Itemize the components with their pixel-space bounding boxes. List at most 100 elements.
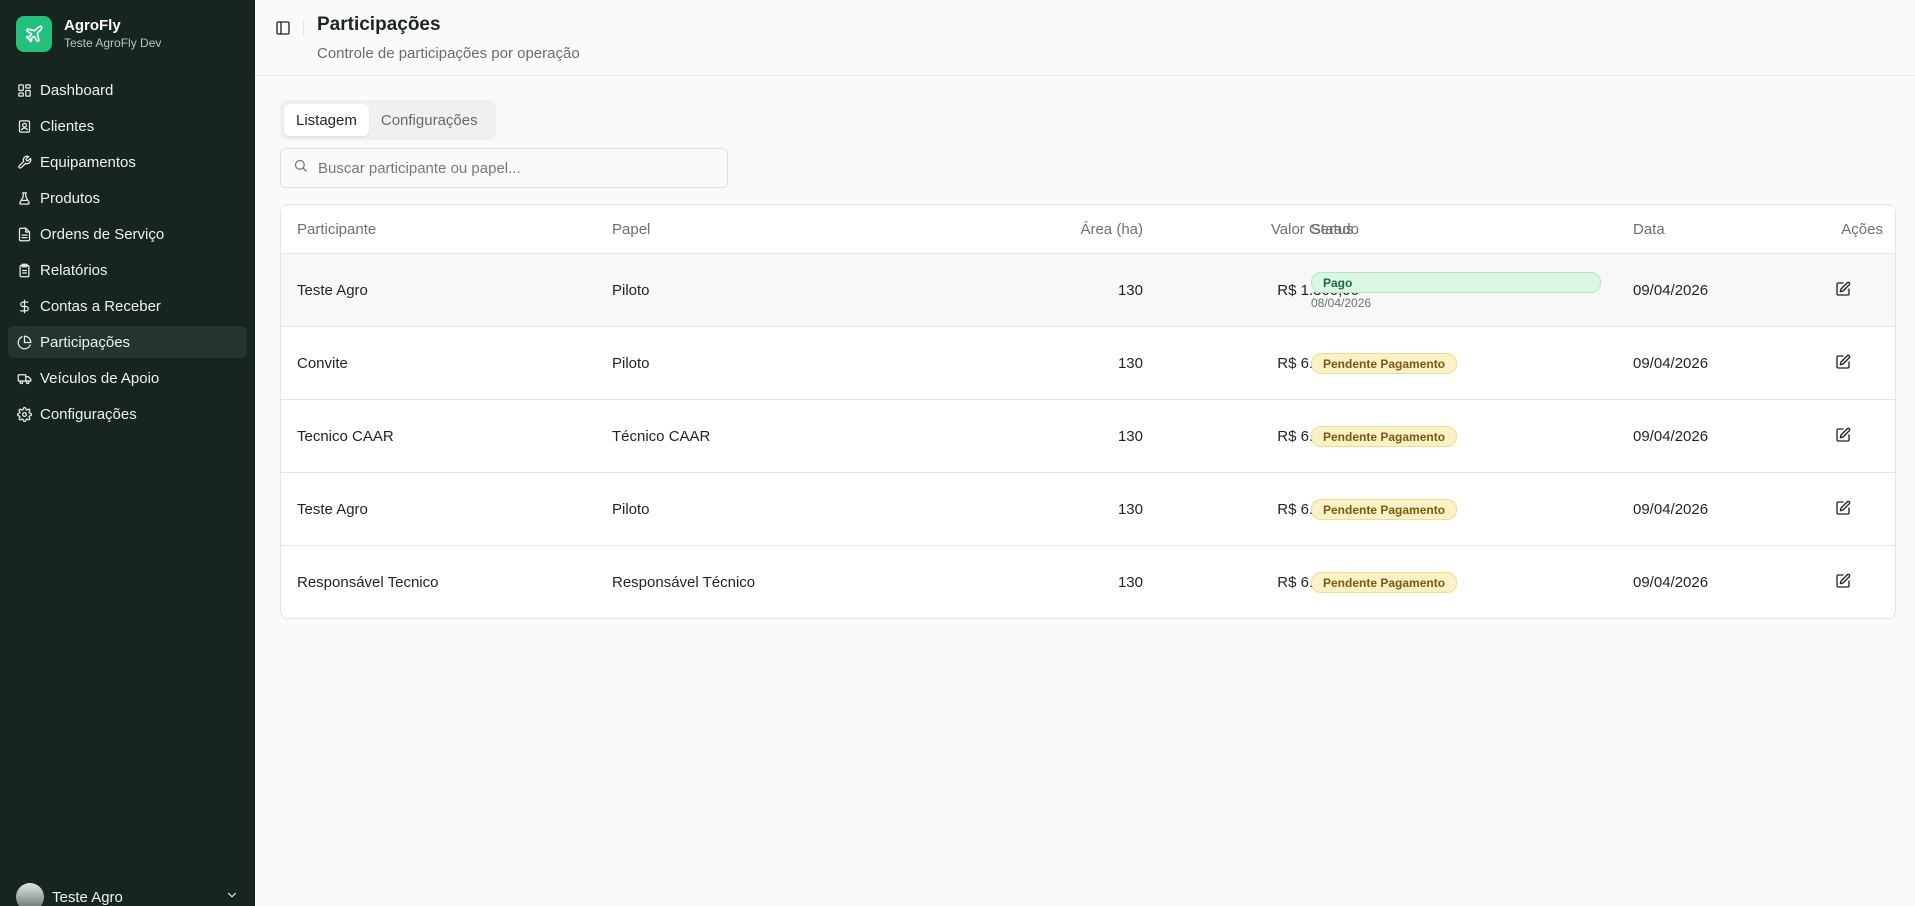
sidebar: AgroFly Teste AgroFly Dev Dashboard Clie… (0, 0, 255, 906)
area-cell: 130 (1117, 355, 1143, 372)
workspace-name: Teste AgroFly Dev (64, 36, 162, 50)
actions-cell (1761, 546, 1881, 618)
sidebar-item-participacoes[interactable]: Participações (8, 326, 247, 358)
sidebar-item-configuracoes[interactable]: Configurações (8, 398, 247, 430)
app-name: AgroFly (64, 17, 121, 34)
table-header: Participante Papel Área (ha) Valor Gerad… (281, 205, 1895, 254)
grid-icon (16, 82, 32, 98)
edit-button[interactable] (1831, 498, 1855, 522)
page-header: Participações Controle de participações … (255, 0, 1915, 76)
area-cell: 130 (1117, 428, 1143, 445)
tab-listagem[interactable]: Listagem (284, 104, 369, 136)
sidebar-item-contas-a-receber[interactable]: Contas a Receber (8, 290, 247, 322)
table-row[interactable]: Convite Piloto 130 R$ 6.500,00 Pendente … (281, 327, 1895, 400)
status-badge: Pendente Pagamento (1311, 353, 1458, 374)
table-row[interactable]: Responsável Tecnico Responsável Técnico … (281, 546, 1895, 618)
page-subtitle: Controle de participações por operação (317, 45, 580, 62)
actions-cell (1761, 254, 1881, 327)
plane-logo-icon (16, 16, 52, 52)
papel-cell: Responsável Técnico (612, 574, 756, 591)
sidebar-item-label: Ordens de Serviço (40, 225, 165, 243)
edit-icon (1835, 573, 1851, 593)
user-menu[interactable]: Teste Agro (16, 880, 239, 906)
participations-table: Participante Papel Área (ha) Valor Gerad… (280, 204, 1896, 619)
table-row[interactable]: Tecnico CAAR Técnico CAAR 130 R$ 6.500,0… (281, 400, 1895, 473)
data-cell: 09/04/2026 (1633, 574, 1709, 591)
status-cell: Pago 08/04/2026 (1311, 254, 1601, 327)
status-badge: Pendente Pagamento (1311, 426, 1458, 447)
header-divider (303, 20, 304, 36)
participante-cell: Teste Agro (297, 282, 368, 299)
dollar-icon (16, 298, 32, 314)
edit-button[interactable] (1831, 571, 1855, 595)
status-cell: Pendente Pagamento (1311, 400, 1601, 473)
status-badge: Pago (1311, 271, 1601, 293)
gear-icon (16, 406, 32, 422)
column-header-data[interactable]: Data (1633, 205, 1773, 254)
area-cell: 130 (1117, 574, 1143, 591)
edit-button[interactable] (1831, 279, 1855, 303)
avatar (16, 883, 44, 906)
tab-configuracoes[interactable]: Configurações (369, 104, 490, 136)
sidebar-item-ordens-de-servico[interactable]: Ordens de Serviço (8, 218, 247, 250)
file-icon (16, 226, 32, 242)
status-cell: Pendente Pagamento (1311, 473, 1601, 546)
sidebar-item-produtos[interactable]: Produtos (8, 182, 247, 214)
sidebar-item-label: Dashboard (40, 81, 114, 99)
column-header-acoes: Ações (1841, 221, 1883, 238)
sidebar-item-veiculos-de-apoio[interactable]: Veículos de Apoio (8, 362, 247, 394)
data-cell: 09/04/2026 (1633, 282, 1709, 299)
sidebar-item-label: Configurações (40, 405, 137, 423)
brand[interactable]: AgroFly Teste AgroFly Dev (16, 16, 161, 52)
sidebar-item-dashboard[interactable]: Dashboard (8, 74, 247, 106)
column-header-status[interactable]: Status (1311, 205, 1354, 254)
search-input[interactable] (318, 159, 718, 177)
participante-cell: Convite (297, 355, 348, 372)
edit-button[interactable] (1831, 425, 1855, 449)
status-date: 08/04/2026 (1311, 295, 1372, 310)
table-row[interactable]: Teste Agro Piloto 130 R$ 1.300,00 Pago 0… (281, 254, 1895, 327)
sidebar-item-label: Clientes (40, 117, 95, 135)
edit-icon (1835, 427, 1851, 447)
pie-chart-icon (16, 334, 32, 350)
data-cell: 09/04/2026 (1633, 355, 1709, 372)
edit-icon (1835, 281, 1851, 301)
panel-left-icon (275, 20, 291, 41)
column-header-papel[interactable]: Papel (612, 205, 862, 254)
status-badge: Pendente Pagamento (1311, 572, 1458, 593)
edit-button[interactable] (1831, 352, 1855, 376)
papel-cell: Piloto (612, 282, 650, 299)
papel-cell: Piloto (612, 501, 650, 518)
participante-cell: Teste Agro (297, 501, 368, 518)
sidebar-item-label: Produtos (40, 189, 101, 207)
actions-cell (1761, 400, 1881, 473)
actions-cell (1761, 327, 1881, 400)
user-name: Teste Agro (52, 888, 123, 906)
sidebar-item-label: Contas a Receber (40, 297, 161, 315)
clipboard-icon (16, 262, 32, 278)
sidebar-item-label: Equipamentos (40, 153, 136, 171)
sidebar-item-clientes[interactable]: Clientes (8, 110, 247, 142)
data-cell: 09/04/2026 (1633, 501, 1709, 518)
sidebar-item-relatorios[interactable]: Relatórios (8, 254, 247, 286)
column-header-participante[interactable]: Participante (297, 205, 597, 254)
sidebar-item-equipamentos[interactable]: Equipamentos (8, 146, 247, 178)
edit-icon (1835, 500, 1851, 520)
page-title: Participações (317, 14, 441, 35)
chevron-down-icon (225, 888, 239, 906)
participante-cell: Tecnico CAAR (297, 428, 394, 445)
sidebar-item-label: Participações (40, 333, 131, 351)
status-cell: Pendente Pagamento (1311, 327, 1601, 400)
flask-icon (16, 190, 32, 206)
wrench-icon (16, 154, 32, 170)
area-cell: 130 (1117, 282, 1143, 299)
edit-icon (1835, 354, 1851, 374)
truck-icon (16, 370, 32, 386)
sidebar-toggle-button[interactable] (273, 20, 293, 40)
participante-cell: Responsável Tecnico (297, 574, 439, 591)
table-row[interactable]: Teste Agro Piloto 130 R$ 6.500,00 Penden… (281, 473, 1895, 546)
column-header-area[interactable]: Área (ha) (981, 205, 1143, 254)
status-badge: Pendente Pagamento (1311, 499, 1458, 520)
search-icon (293, 158, 308, 178)
tabs: Listagem Configurações (280, 100, 496, 140)
